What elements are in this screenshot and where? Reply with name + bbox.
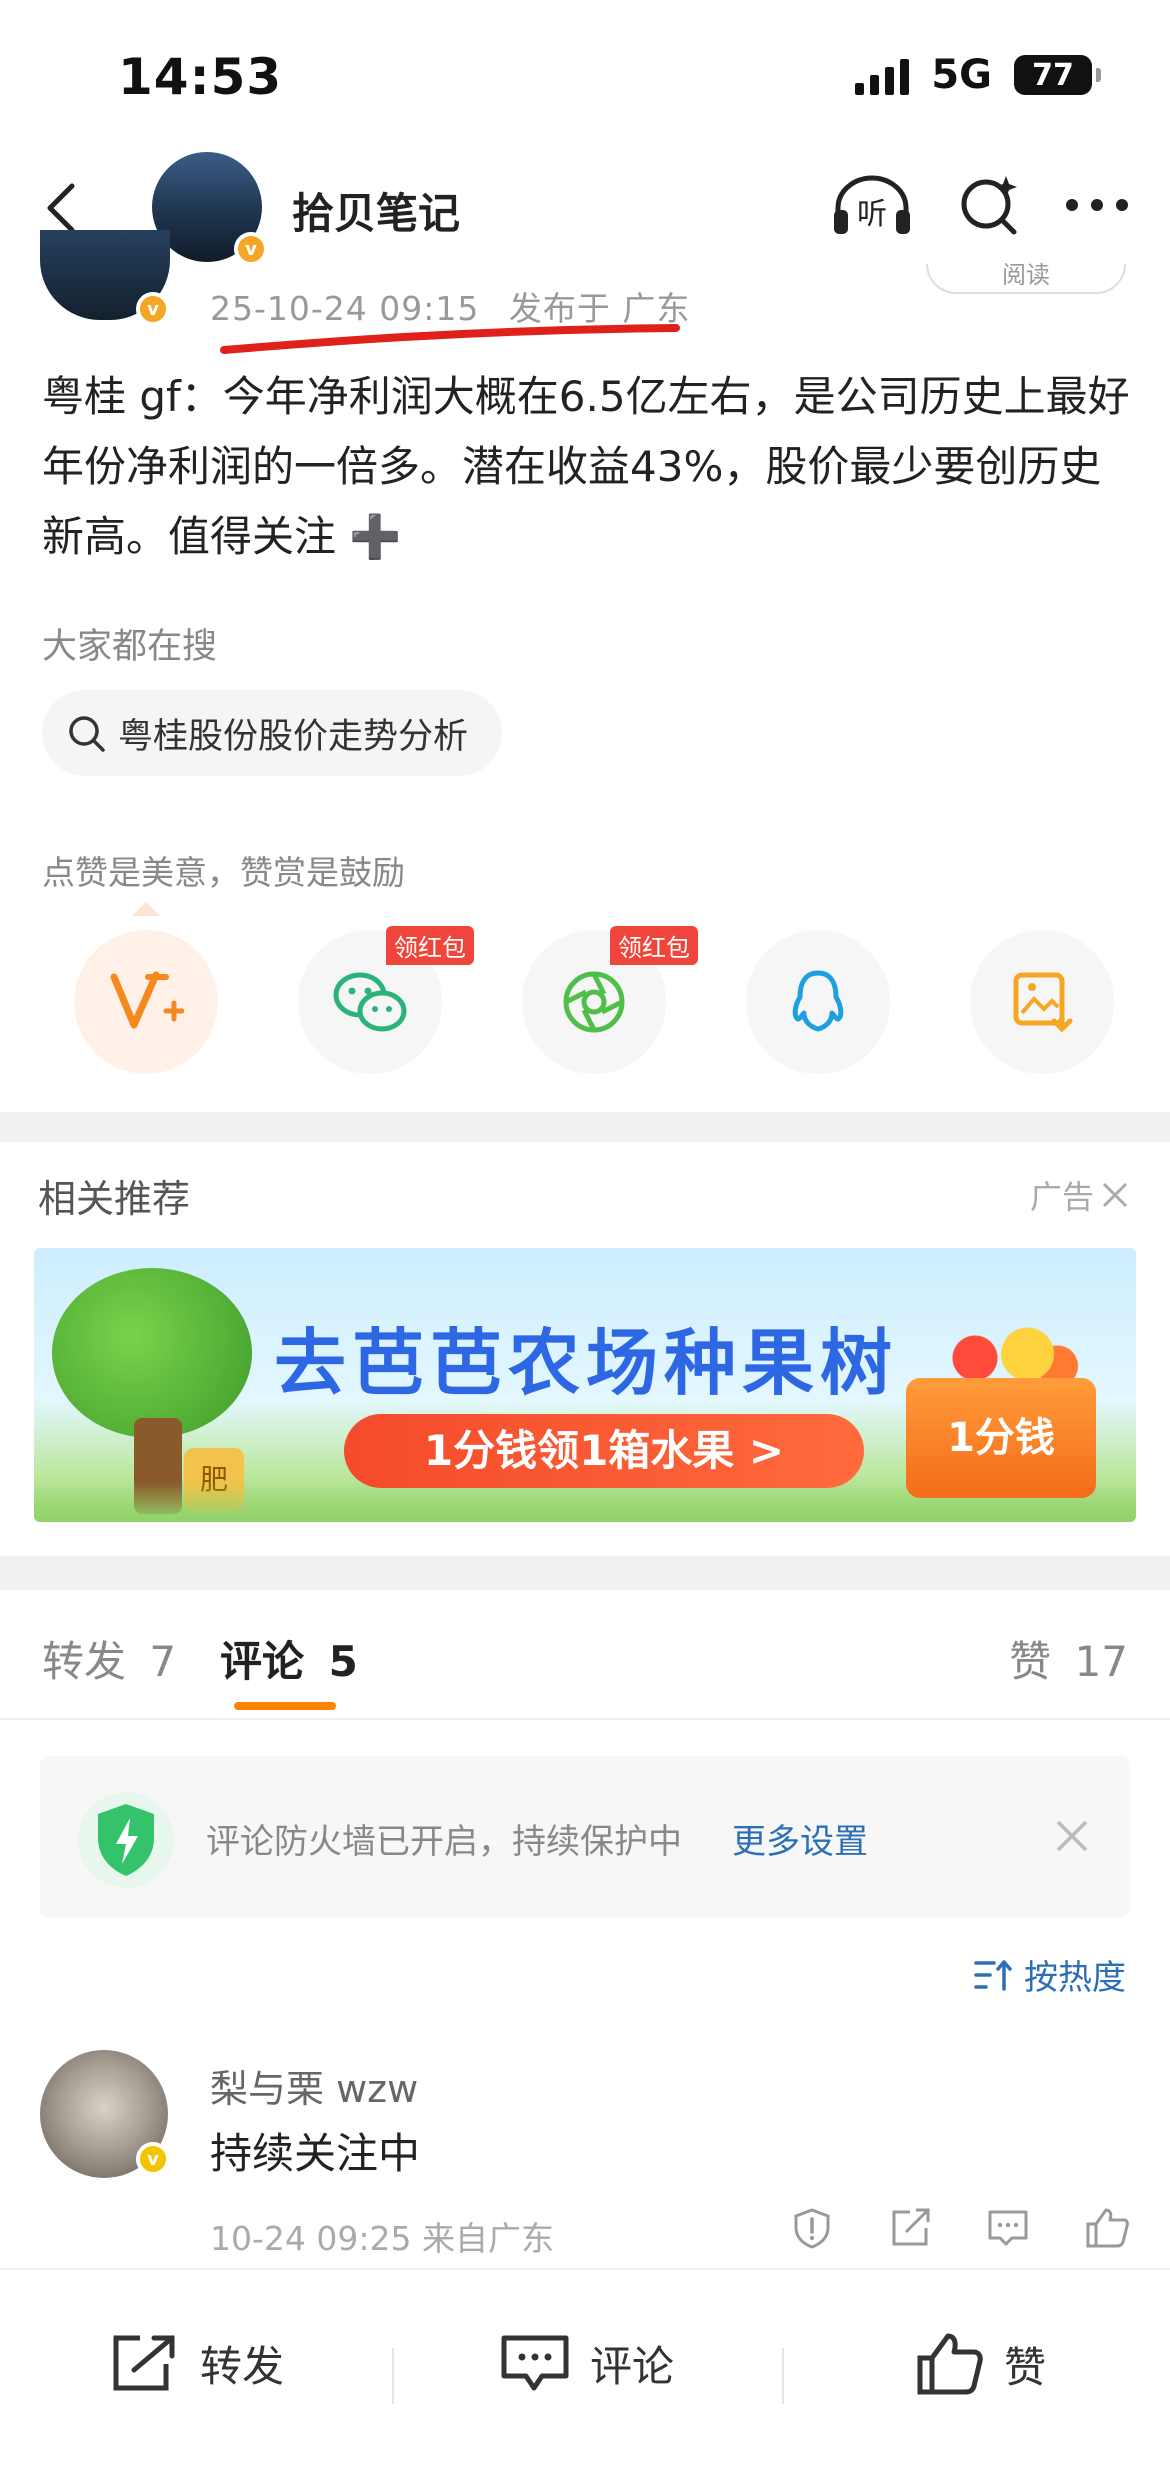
wechat-icon — [333, 972, 407, 1032]
more-icon — [1066, 199, 1128, 211]
comment-tabs: 转发 7 评论 5 赞 17 — [0, 1590, 1170, 1720]
recommend-title: 相关推荐 — [38, 1177, 191, 1221]
banner-headline: 去芭芭农场种果树 — [274, 1321, 899, 1405]
qq-icon — [792, 970, 844, 1032]
status-right: 5G 77 — [855, 52, 1101, 98]
search-sparkle-icon — [961, 176, 1017, 235]
nav-actions: 听 — [830, 170, 1130, 240]
read-button[interactable]: 阅读 — [926, 263, 1126, 294]
comment-icon — [501, 2335, 569, 2391]
tab-repost[interactable]: 转发 7 — [42, 1628, 176, 1689]
share-qq-button[interactable] — [746, 930, 890, 1074]
section-divider — [0, 1112, 1170, 1142]
comment-avatar[interactable]: v — [40, 2050, 170, 2178]
verified-badge-icon: v — [136, 292, 170, 326]
signal-icon — [855, 55, 910, 95]
search-icon — [69, 716, 105, 752]
ad-label[interactable]: 广告 — [1030, 1172, 1130, 1218]
ad-label-text: 广告 — [1029, 1178, 1094, 1216]
tab-repost-count: 7 — [149, 1637, 177, 1686]
search-button[interactable] — [956, 172, 1022, 238]
share-moments-button[interactable]: 领红包 — [522, 926, 698, 1074]
share-row: 领红包 领红包 — [74, 926, 1114, 1074]
section-divider — [0, 1556, 1170, 1590]
headphones-icon: 听 — [834, 175, 910, 234]
moments-icon — [563, 971, 625, 1033]
battery-icon: 77 — [1014, 55, 1101, 95]
close-icon[interactable] — [1100, 1180, 1130, 1210]
nav-bar: v 拾贝笔记 听 — [0, 150, 1170, 270]
more-button[interactable] — [1064, 195, 1130, 215]
like-icon[interactable] — [1084, 2206, 1130, 2250]
tab-like-label: 赞 — [1009, 1637, 1052, 1686]
banner-price-box: 1分钱 — [906, 1378, 1096, 1498]
comment-actions — [790, 2206, 1130, 2250]
bar-separator — [782, 2348, 784, 2404]
v-plus-icon — [110, 971, 184, 1029]
verified-badge-icon: v — [234, 232, 268, 266]
red-packet-tag: 领红包 — [386, 926, 474, 965]
comment-label: 评论 — [590, 2341, 675, 2391]
tab-comment-label: 评论 — [220, 1637, 305, 1686]
status-time: 14:53 — [118, 48, 283, 106]
nav-title[interactable]: 拾贝笔记 — [292, 180, 460, 241]
network-label: 5G — [931, 52, 992, 98]
repost-label: 转发 — [200, 2341, 285, 2391]
comment-text: 持续关注中 — [210, 2129, 421, 2178]
firewall-notice: 评论防火墙已开启，持续保护中 更多设置 — [40, 1756, 1130, 1918]
sort-icon — [974, 1959, 1012, 1991]
tab-like-count: 17 — [1074, 1637, 1128, 1686]
repost-button[interactable]: 转发 — [110, 2332, 284, 2394]
search-suggestion-chip[interactable]: 粤桂股份股价走势分析 — [42, 690, 503, 776]
ad-banner[interactable]: 肥 去芭芭农场种果树 1分钱领1箱水果 > 1分钱 — [34, 1248, 1136, 1522]
status-bar: 14:53 5G 77 — [0, 0, 1170, 150]
bottom-action-bar: 转发 评论 赞 — [0, 2268, 1170, 2480]
sort-label: 按热度 — [1024, 1958, 1126, 1998]
listen-button[interactable]: 听 — [830, 170, 914, 240]
reward-button[interactable] — [74, 930, 218, 1074]
svg-text:听: 听 — [857, 197, 887, 232]
reward-caption: 点赞是美意，赞赏是鼓励 — [42, 853, 405, 892]
firewall-text: 评论防火墙已开启，持续保护中 — [206, 1822, 682, 1862]
save-image-icon — [1013, 972, 1073, 1033]
comment-button[interactable]: 评论 — [500, 2332, 674, 2394]
chevron-left-icon — [47, 183, 75, 233]
report-icon[interactable] — [790, 2206, 834, 2250]
close-icon[interactable] — [1052, 1816, 1092, 1856]
comment-meta: 10-24 09:25 来自广东 — [210, 2219, 554, 2258]
caret-pointer — [132, 902, 160, 916]
red-packet-tag: 领红包 — [610, 926, 698, 965]
thumbs-up-icon — [917, 2333, 983, 2395]
search-chip-label: 粤桂股份股价走势分析 — [118, 716, 469, 757]
post-content: 粤桂 gf：今年净利润大概在6.5亿左右，是公司历史上最好年份净利润的一倍多。潜… — [42, 372, 1130, 561]
tab-repost-label: 转发 — [42, 1637, 127, 1686]
tab-like[interactable]: 赞 17 — [1009, 1628, 1128, 1689]
comment-username[interactable]: 梨与栗 wzw — [210, 2058, 418, 2113]
tab-comment-count: 5 — [328, 1637, 358, 1686]
search-heading: 大家都在搜 — [42, 627, 218, 667]
share-icon[interactable] — [888, 2206, 932, 2250]
more-settings-link[interactable]: 更多设置 — [732, 1814, 868, 1863]
sort-button[interactable]: 按热度 — [974, 1950, 1126, 1999]
share-wechat-button[interactable]: 领红包 — [298, 926, 474, 1074]
reply-icon[interactable] — [986, 2206, 1030, 2250]
like-label: 赞 — [1004, 2342, 1047, 2392]
post-avatar[interactable]: v — [40, 230, 170, 326]
back-button[interactable] — [34, 178, 94, 238]
tab-comment[interactable]: 评论 5 — [220, 1628, 358, 1689]
active-tab-indicator — [234, 1702, 336, 1710]
banner-cta-button[interactable]: 1分钱领1箱水果 > — [344, 1414, 864, 1488]
verified-badge-icon: v — [136, 2142, 170, 2176]
bar-separator — [392, 2348, 394, 2404]
shield-icon — [78, 1792, 174, 1888]
like-button[interactable]: 赞 — [916, 2332, 1046, 2396]
save-image-button[interactable] — [970, 930, 1114, 1074]
repost-icon — [113, 2335, 175, 2391]
tree-illustration — [52, 1268, 252, 1438]
red-underline-annotation — [220, 324, 680, 354]
